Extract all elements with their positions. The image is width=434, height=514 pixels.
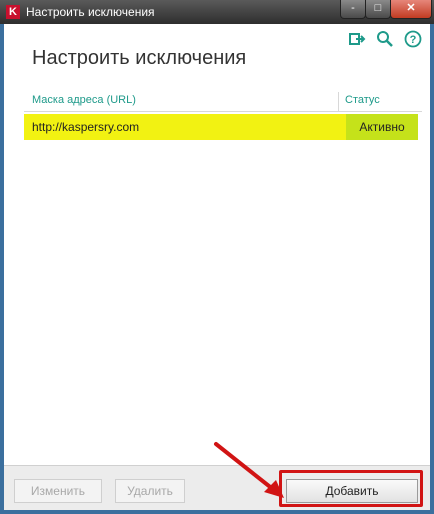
minimize-button[interactable]: - — [340, 0, 366, 19]
row-status: Активно — [346, 114, 418, 140]
kaspersky-logo-icon: K — [6, 5, 20, 19]
search-icon[interactable] — [376, 30, 394, 48]
help-icon[interactable]: ? — [404, 30, 422, 48]
column-header-url[interactable]: Маска адреса (URL) — [32, 94, 136, 106]
title-bar: K Настроить исключения - □ ✕ — [0, 0, 434, 24]
page-title: Настроить исключения — [32, 47, 247, 69]
toolbar-icons: ? — [348, 30, 422, 48]
edit-button[interactable]: Изменить — [14, 479, 102, 503]
app-window: K Настроить исключения - □ ✕ ? Настроить… — [0, 0, 434, 514]
dialog-body: ? Настроить исключения Маска адреса (URL… — [4, 24, 430, 510]
exit-icon[interactable] — [348, 30, 366, 48]
delete-button[interactable]: Удалить — [115, 479, 185, 503]
column-header-status[interactable]: Статус — [345, 94, 380, 106]
table-row[interactable]: http://kaspersry.com Активно — [24, 114, 418, 140]
maximize-button[interactable]: □ — [365, 0, 391, 19]
column-separator — [338, 92, 339, 111]
close-button[interactable]: ✕ — [390, 0, 432, 19]
header-divider — [24, 111, 422, 112]
svg-text:?: ? — [410, 34, 417, 46]
annotation-highlight-box — [279, 470, 423, 507]
window-title: Настроить исключения — [26, 5, 155, 19]
row-url: http://kaspersry.com — [32, 120, 140, 134]
